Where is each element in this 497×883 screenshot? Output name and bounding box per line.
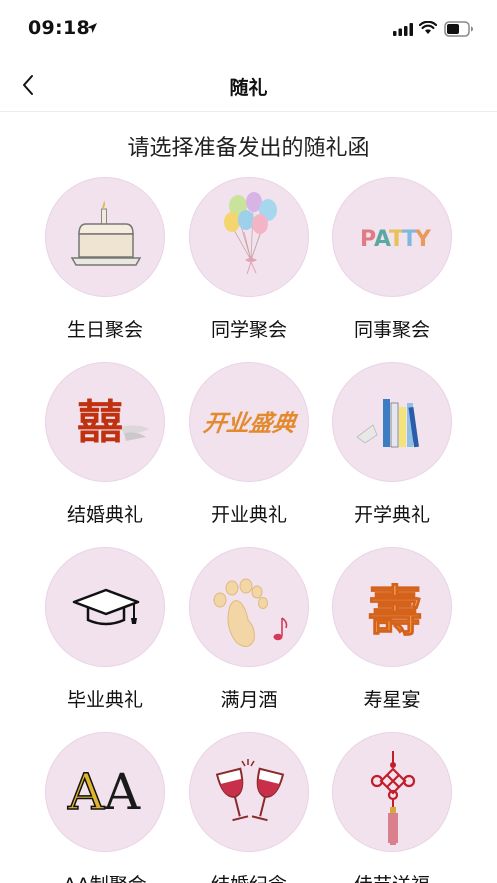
tile-circle: 开业盛典 (189, 362, 309, 482)
tile-wedding[interactable]: 囍 结婚典礼 (35, 362, 175, 542)
aa-letters-icon: A A (66, 762, 141, 822)
tile-colleague-party[interactable]: P A T T Y 同事聚会 (322, 177, 462, 357)
battery-icon (444, 21, 473, 37)
double-happiness-icon: 囍 (77, 395, 150, 449)
svg-text:开业盛典: 开业盛典 (202, 410, 300, 437)
svg-text:囍: 囍 (77, 395, 123, 449)
wifi-icon (419, 21, 437, 34)
tile-label: 结婚纪念 (179, 870, 319, 883)
tile-circle (332, 732, 452, 852)
tile-label: 佳节送福 (322, 870, 462, 883)
tile-circle (189, 547, 309, 667)
tile-circle (189, 177, 309, 297)
tile-school-opening[interactable]: 开学典礼 (322, 362, 462, 542)
tile-label: 开学典礼 (353, 504, 430, 526)
tile-circle (189, 732, 309, 852)
birthday-cake-icon (70, 200, 142, 266)
tile-wedding-anniversary[interactable]: 结婚纪念 (179, 732, 319, 883)
tile-circle: A A (45, 732, 165, 852)
party-text-icon: P A T T Y (360, 227, 432, 252)
tile-circle: 囍 (45, 362, 165, 482)
tile-label: 寿星宴 (363, 689, 421, 711)
location-arrow-icon (87, 23, 97, 33)
svg-text:A: A (103, 763, 141, 821)
chinese-knot-icon (370, 751, 416, 845)
tile-label: 毕业典礼 (66, 689, 143, 711)
tile-label: 开业典礼 (210, 504, 287, 526)
tile-longevity-banquet[interactable]: 壽 寿星宴 (322, 547, 462, 727)
grand-opening-icon: 开业盛典 (202, 410, 300, 437)
longevity-icon: 壽 (368, 579, 423, 644)
baby-foot-icon (213, 578, 288, 647)
page-title: 随礼 (229, 77, 268, 99)
tile-birthday[interactable]: 生日聚会 (35, 177, 175, 357)
tile-circle: P A T T Y (332, 177, 452, 297)
tile-circle (45, 177, 165, 297)
tile-label: 同事聚会 (353, 319, 430, 341)
tile-graduation[interactable]: 毕业典礼 (35, 547, 175, 727)
tile-label: 结婚典礼 (66, 504, 143, 526)
tile-label: AA制聚会 (35, 870, 175, 883)
status-bar: 09:18 (0, 0, 497, 60)
wine-glasses-icon (215, 759, 285, 822)
tile-circle: 壽 (332, 547, 452, 667)
status-time: 09:18 (28, 17, 90, 39)
tile-label: 满月酒 (220, 689, 278, 711)
tile-circle (332, 362, 452, 482)
tile-label: 同学聚会 (210, 319, 287, 341)
page-heading: 请选择准备发出的随礼函 (127, 136, 370, 161)
svg-text:壽: 壽 (368, 579, 422, 643)
cellular-signal-icon (393, 23, 413, 36)
balloons-icon (224, 192, 277, 275)
svg-text:A: A (67, 763, 105, 821)
navigation-bar: 随礼 (0, 60, 497, 112)
tile-circle (45, 547, 165, 667)
svg-text:Y: Y (414, 227, 432, 252)
books-icon (356, 399, 419, 448)
tile-label: 生日聚会 (66, 319, 143, 341)
graduation-cap-icon (72, 588, 140, 626)
tile-classmate-reunion[interactable]: 同学聚会 (179, 177, 319, 357)
tile-full-month[interactable]: 满月酒 (179, 547, 319, 727)
tile-grand-opening[interactable]: 开业盛典 开业典礼 (179, 362, 319, 542)
tile-festival-blessing[interactable]: 佳节送福 (322, 732, 462, 883)
tile-aa-party[interactable]: A A AA制聚会 (35, 732, 175, 883)
